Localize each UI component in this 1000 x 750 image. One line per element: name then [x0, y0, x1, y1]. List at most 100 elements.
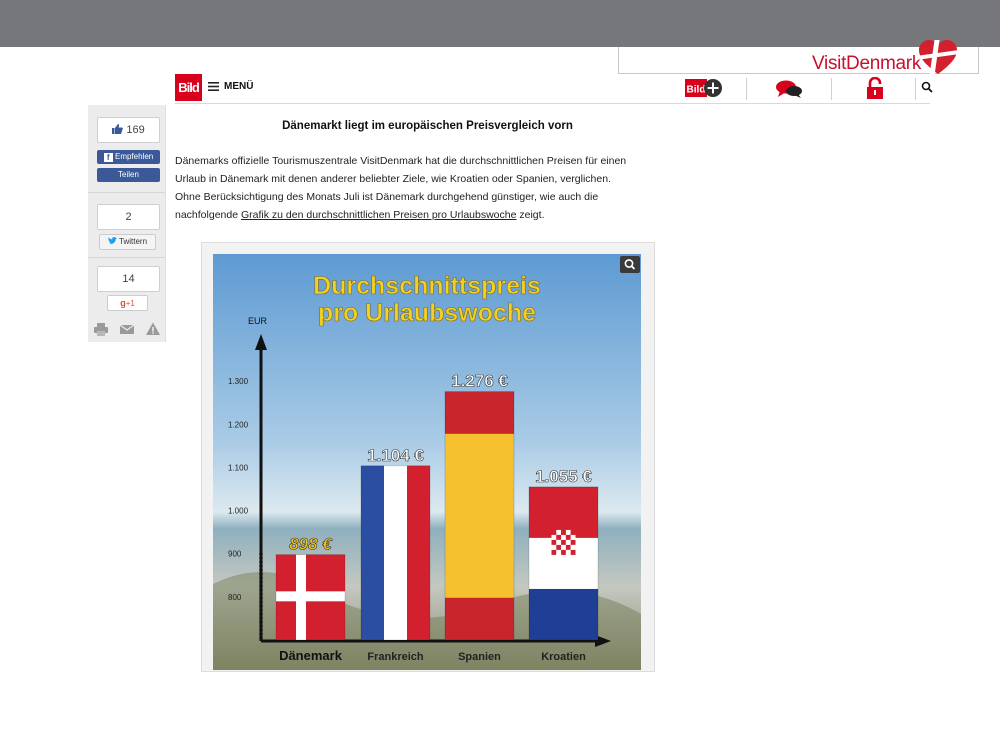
bild-navigation-bar: Bild MENÜ Bild	[175, 74, 933, 104]
checker-square	[570, 549, 576, 555]
sidebar-divider	[88, 257, 165, 258]
visitdenmark-logo: VisitDenmark	[812, 40, 962, 78]
croatia-coat-of-arms	[551, 529, 576, 555]
warning-icon[interactable]	[145, 321, 161, 337]
chart-title-line2: pro Urlaubswoche	[318, 299, 536, 327]
checker-square	[570, 529, 576, 535]
facebook-share-button[interactable]: Teilen	[97, 168, 160, 182]
bildplus-icon[interactable]: Bild	[685, 77, 723, 99]
search-icon[interactable]	[921, 81, 933, 93]
bar-kroatien	[528, 486, 599, 641]
twitter-bird-icon	[107, 237, 117, 245]
lock-icon[interactable]	[865, 77, 885, 99]
nav-divider	[831, 78, 832, 100]
gplus-label: +1	[125, 299, 135, 308]
zoom-button[interactable]	[620, 256, 640, 273]
flag-stripe-yellow	[445, 433, 514, 598]
heart-flag-icon	[918, 40, 958, 76]
checker-square	[565, 534, 571, 540]
bild-logo[interactable]: Bild	[175, 74, 202, 101]
article-body-line: nachfolgende Grafik zu den durchschnittl…	[175, 206, 680, 224]
social-share-sidebar: 169 f Empfehlen Teilen 2 Twittern 14 g+1	[88, 105, 166, 342]
checker-square	[556, 539, 562, 545]
checker-square	[556, 544, 562, 550]
x-category-label: Kroatien	[541, 651, 586, 663]
article-body-line: Dänemarks offizielle Tourismuszentrale V…	[175, 155, 627, 167]
chart-link[interactable]: Grafik zu den durchschnittlichen Preisen…	[241, 209, 516, 221]
sidebar-divider	[88, 192, 165, 193]
menu-label[interactable]: MENÜ	[224, 81, 253, 92]
checker-square	[561, 539, 566, 545]
facebook-recommend-button[interactable]: f Empfehlen	[97, 150, 160, 164]
gplus-count: 14	[97, 266, 160, 292]
flag-stripe-blue	[361, 465, 384, 640]
article-headline: Dänemarkt liegt im europäischen Preisver…	[282, 120, 573, 132]
twitter-tweet-button[interactable]: Twittern	[99, 234, 156, 250]
flag-stripe-red	[407, 465, 430, 640]
checker-square	[565, 539, 571, 545]
checker-square	[570, 539, 576, 545]
mail-icon[interactable]	[119, 321, 135, 337]
nav-divider	[746, 78, 747, 100]
bar-value-label: 1.104 €	[367, 446, 424, 465]
facebook-icon: f	[103, 153, 113, 162]
article-body: Dänemarks offizielle Tourismuszentrale V…	[175, 152, 680, 224]
x-category-label: Dänemark	[279, 648, 343, 663]
flag-stripe-white	[384, 465, 407, 640]
chart-title-line1: Durchschnittspreis	[313, 272, 541, 300]
checker-square	[556, 529, 562, 535]
x-category-label: Spanien	[458, 651, 501, 663]
checker-square	[561, 534, 566, 540]
price-chart[interactable]: Durchschnittspreis pro Urlaubswoche EUR …	[213, 254, 641, 670]
bar-value-label: 898 €	[289, 535, 333, 554]
tweet-count: 2	[97, 204, 160, 230]
checker-square	[561, 544, 566, 550]
y-axis-label: EUR	[248, 316, 268, 326]
bar-spanien	[444, 391, 515, 641]
checker-square	[561, 529, 566, 535]
flag-cross-horizontal	[276, 591, 345, 602]
gplus-button[interactable]: g+1	[107, 295, 148, 311]
y-tick-label: 1.200	[228, 420, 249, 429]
y-tick-label: 1.100	[228, 463, 249, 472]
svg-text:Bild: Bild	[687, 85, 706, 96]
thumbs-up-icon	[112, 124, 124, 134]
magnifier-icon	[624, 259, 636, 270]
checker-square	[561, 549, 566, 555]
checker-square	[565, 549, 571, 555]
nav-divider	[915, 78, 916, 100]
bar-dnemark	[275, 554, 346, 641]
checker-square	[570, 534, 576, 540]
flag-stripe-blue	[529, 588, 598, 640]
article-body-line: Urlaub in Dänemark mit denen anderer bel…	[175, 173, 611, 185]
checker-square	[556, 534, 562, 540]
twitter-tweet-label: Twittern	[119, 237, 148, 246]
y-tick-label: 1.300	[228, 377, 249, 386]
comments-icon[interactable]	[775, 79, 803, 99]
x-category-label: Frankreich	[367, 651, 424, 663]
checker-square	[551, 529, 557, 535]
bar-value-label: 1.055 €	[535, 467, 592, 486]
checker-square	[570, 544, 576, 550]
checker-square	[556, 549, 562, 555]
y-tick-label: 900	[228, 550, 242, 559]
article-body-line: Ohne Berücksichtigung des Monats Juli is…	[175, 191, 599, 203]
article-body-text: nachfolgende	[175, 209, 241, 221]
checker-square	[551, 534, 557, 540]
like-count: 169	[126, 124, 145, 136]
checker-square	[565, 544, 571, 550]
bar-value-label: 1.276 €	[451, 372, 508, 391]
menu-icon[interactable]	[208, 82, 219, 91]
price-chart-svg: Durchschnittspreis pro Urlaubswoche EUR …	[213, 254, 641, 670]
checker-square	[565, 529, 571, 535]
facebook-recommend-label: Empfehlen	[114, 152, 154, 161]
checker-square	[551, 549, 557, 555]
article-body-text: zeigt.	[516, 209, 545, 221]
visitdenmark-brand-text: VisitDenmark	[812, 53, 922, 74]
y-tick-label: 800	[228, 593, 242, 602]
facebook-like-count: 169	[97, 117, 160, 143]
checker-square	[551, 544, 557, 550]
print-icon[interactable]	[93, 321, 109, 337]
y-tick-label: 1.000	[228, 507, 249, 516]
bar-frankreich	[360, 465, 431, 641]
